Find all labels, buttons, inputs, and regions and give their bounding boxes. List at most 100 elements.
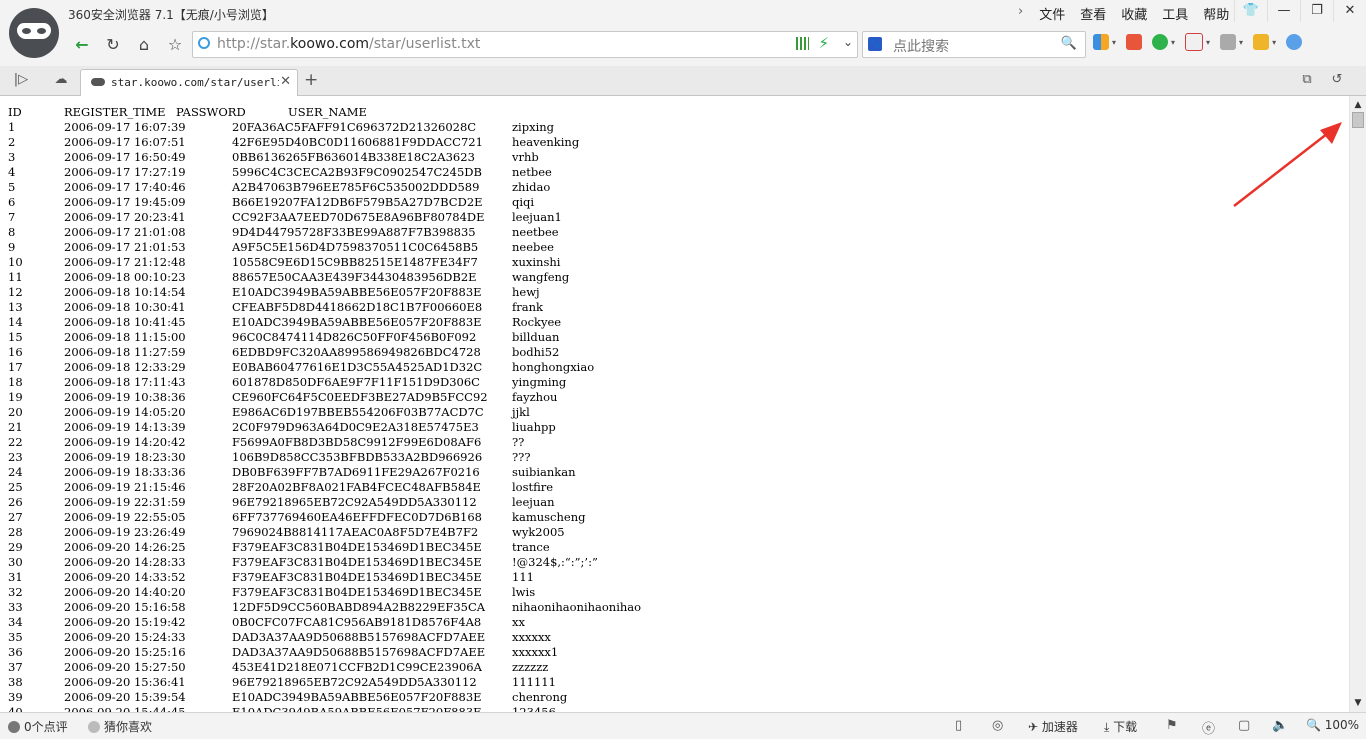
row-register-time: 2006-09-18 10:14:54	[64, 285, 186, 299]
tab-list-icon[interactable]: ⧉	[1296, 71, 1318, 89]
cloud-icon[interactable]: ☁	[50, 71, 72, 89]
row-password: A9F5C5E156D4D7598370511C0C6458B5	[232, 240, 479, 254]
menu-file[interactable]: 文件	[1039, 4, 1065, 23]
row-password: A2B47063B796EE785F6C535002DDD589	[232, 180, 480, 194]
volume-icon[interactable]: 🔈	[1272, 718, 1288, 733]
row-password: 20FA36AC5FAFF91C696372D21326028C	[232, 120, 477, 134]
row-user-name: !@324$,:“:”;’:”	[512, 555, 598, 569]
skin-shirt-icon[interactable]: 👕	[1234, 0, 1267, 22]
row-password: 28F20A02BF8A021FAB4FCEC48AFB584E	[232, 480, 481, 494]
favorite-star-button[interactable]: ☆	[163, 34, 187, 56]
row-id: 31	[8, 570, 23, 584]
minimize-button[interactable]: —	[1267, 0, 1300, 22]
speed-gauge-icon[interactable]: ◎	[992, 718, 1003, 733]
recommend-icon	[88, 721, 100, 733]
close-tab-icon[interactable]: ✕	[280, 74, 291, 89]
back-button[interactable]: ←	[70, 34, 94, 56]
menu-view[interactable]: 查看	[1080, 4, 1106, 23]
row-user-name: frank	[512, 300, 543, 314]
ie-icon[interactable]: ⓔ	[1202, 718, 1215, 737]
app-grid-icon[interactable]: ▾	[1093, 33, 1116, 51]
qr-code-icon[interactable]	[796, 37, 809, 50]
menu-tools[interactable]: 工具	[1162, 4, 1188, 23]
row-register-time: 2006-09-19 14:13:39	[64, 420, 186, 434]
zoom-level[interactable]: 🔍 100%	[1306, 718, 1359, 732]
menu-help[interactable]: 帮助	[1203, 4, 1229, 23]
row-password: 453E41D218E071CCFB2D1C99CE23906A	[232, 660, 482, 674]
home-button[interactable]: ⌂	[132, 34, 156, 56]
lightning-icon[interactable]: ⚡	[818, 34, 829, 52]
pdf-icon[interactable]: ▾	[1185, 33, 1210, 51]
search-placeholder[interactable]: 点此搜索	[893, 36, 949, 56]
download-button[interactable]: ⤓ 下载	[1104, 718, 1137, 735]
row-user-name: 111	[512, 570, 534, 584]
address-bar[interactable]: http://star.koowo.com/star/userlist.txt …	[192, 31, 858, 58]
scroll-down-arrow-icon[interactable]: ▼	[1352, 697, 1364, 709]
window-icon[interactable]: ▢	[1238, 718, 1250, 733]
browser-logo-icon[interactable]	[9, 8, 59, 58]
address-url[interactable]: http://star.koowo.com/star/userlist.txt	[217, 36, 480, 52]
search-icon[interactable]: 🔍	[1061, 36, 1077, 51]
flag-icon[interactable]: ⚑	[1166, 718, 1178, 733]
row-id: 3	[8, 150, 16, 164]
recommend-status[interactable]: 猜你喜欢	[88, 718, 152, 735]
row-register-time: 2006-09-17 16:07:39	[64, 120, 186, 134]
row-user-name: suibiankan	[512, 465, 576, 479]
comment-icon	[8, 721, 20, 733]
search-box[interactable]: 🐾 点此搜索 🔍	[862, 31, 1086, 58]
row-register-time: 2006-09-18 10:41:45	[64, 315, 186, 329]
row-register-time: 2006-09-20 15:39:54	[64, 690, 186, 704]
row-password: E10ADC3949BA59ABBE56E057F20F883E	[232, 705, 482, 712]
row-register-time: 2006-09-19 23:26:49	[64, 525, 186, 539]
maximize-button[interactable]: ❐	[1300, 0, 1333, 22]
row-register-time: 2006-09-20 15:36:41	[64, 675, 186, 689]
row-user-name: leejuan1	[512, 210, 562, 224]
sidebar-toggle-icon[interactable]: |▷	[10, 71, 32, 89]
menu-bar: › 文件 查看 收藏 工具 帮助	[1018, 4, 1244, 23]
new-tab-button[interactable]: +	[304, 70, 318, 90]
row-user-name: nihaonihaonihaonihao	[512, 600, 642, 614]
scrollbar-thumb[interactable]	[1352, 112, 1364, 128]
row-id: 29	[8, 540, 23, 554]
row-user-name: ???	[512, 450, 531, 464]
translate-icon[interactable]	[1286, 33, 1303, 51]
row-password: E986AC6D197BBEB554206F03B77ACD7C	[232, 405, 484, 419]
baidu-paw-icon[interactable]: 🐾	[868, 37, 882, 51]
row-user-name: chenrong	[512, 690, 568, 704]
extension-toolbar: ▾ ▾ ▾ ▾ ▾	[1093, 33, 1312, 51]
row-password: 601878D850DF6AE9F7F11F151D9D306C	[232, 375, 480, 389]
row-user-name: wyk2005	[512, 525, 565, 539]
comments-status[interactable]: 0个点评	[8, 718, 68, 735]
row-id: 20	[8, 405, 23, 419]
row-user-name: lwis	[512, 585, 536, 599]
row-id: 17	[8, 360, 23, 374]
header-register-time: REGISTER_TIME	[64, 105, 166, 119]
row-user-name: lostfire	[512, 480, 554, 494]
row-id: 16	[8, 345, 23, 359]
game-icon[interactable]: ▾	[1220, 33, 1243, 51]
chevron-down-icon[interactable]: ⌄	[843, 35, 853, 49]
scroll-up-arrow-icon[interactable]: ▲	[1352, 99, 1364, 111]
row-password: 106B9D858CC353BFBDB533A2BD966926	[232, 450, 483, 464]
vertical-scrollbar[interactable]: ▲ ▼	[1349, 96, 1366, 712]
refresh-button[interactable]: ↻	[101, 34, 125, 56]
screenshot-icon[interactable]: ▾	[1253, 33, 1276, 51]
undo-close-tab-icon[interactable]: ↺	[1326, 71, 1348, 89]
menu-favorites[interactable]: 收藏	[1121, 4, 1147, 23]
calendar-icon[interactable]	[1126, 33, 1143, 51]
phone-icon[interactable]: ▯	[955, 718, 962, 733]
row-register-time: 2006-09-17 17:40:46	[64, 180, 186, 194]
row-user-name: liuahpp	[512, 420, 556, 434]
row-id: 13	[8, 300, 23, 314]
close-window-button[interactable]: ✕	[1333, 0, 1366, 22]
row-user-name: hewj	[512, 285, 540, 299]
row-register-time: 2006-09-19 14:20:42	[64, 435, 186, 449]
row-user-name: ??	[512, 435, 525, 449]
accelerator-button[interactable]: ✈ 加速器	[1028, 718, 1078, 735]
shield-icon[interactable]: ▾	[1152, 33, 1175, 51]
tab-userlist[interactable]: star.koowo.com/star/userlist.txt ✕	[80, 69, 298, 96]
row-register-time: 2006-09-20 15:44:45	[64, 705, 186, 712]
row-password: 88657E50CAA3E439F34430483956DB2E	[232, 270, 477, 284]
chevron-right-icon[interactable]: ›	[1018, 4, 1023, 23]
row-user-name: kamuscheng	[512, 510, 586, 524]
